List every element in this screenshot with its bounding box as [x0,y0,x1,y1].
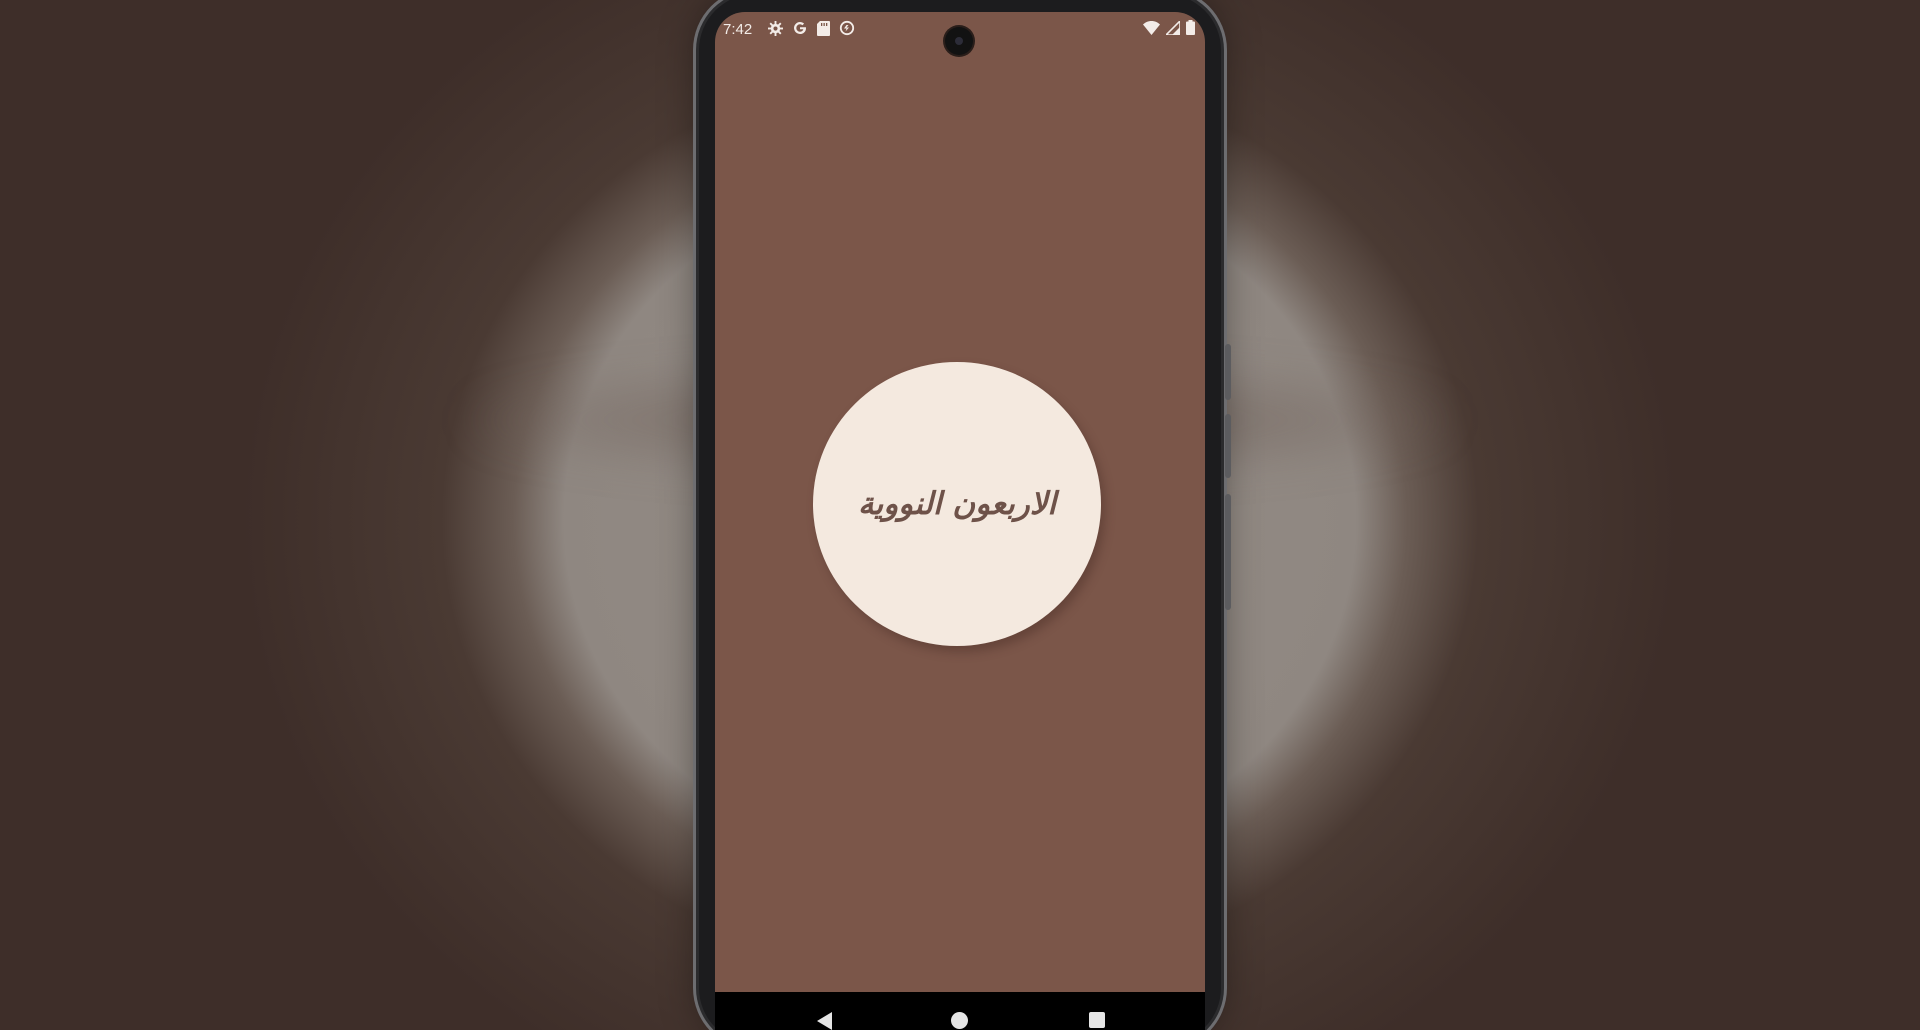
google-icon [792,20,808,40]
status-time: 7:42 [723,21,753,38]
sd-card-icon [817,20,830,40]
navigation-bar [715,992,1205,1030]
app-screen: 7:42 الاربعون النووية [715,12,1205,1030]
status-icons-right [1143,18,1195,39]
settings-icon [768,20,783,40]
home-icon[interactable] [951,1012,968,1029]
status-icons-left [768,20,855,40]
phone-frame: 7:42 الاربعون النووية [699,0,1231,1030]
front-camera [945,27,973,55]
volume-down-button [1225,494,1231,610]
recents-icon[interactable] [1089,1012,1105,1028]
wifi-icon [1143,20,1160,39]
volume-up-button [1225,414,1231,478]
back-icon[interactable] [817,1012,832,1030]
app-title: الاربعون النووية [857,486,1057,522]
battery-icon [1186,20,1195,39]
power-button [1225,344,1231,400]
video-frame: 7:42 الاربعون النووية [0,0,1920,1030]
data-saver-icon [839,20,855,40]
cell-signal-icon [1164,18,1181,39]
splash-logo-circle: الاربعون النووية [813,362,1101,646]
